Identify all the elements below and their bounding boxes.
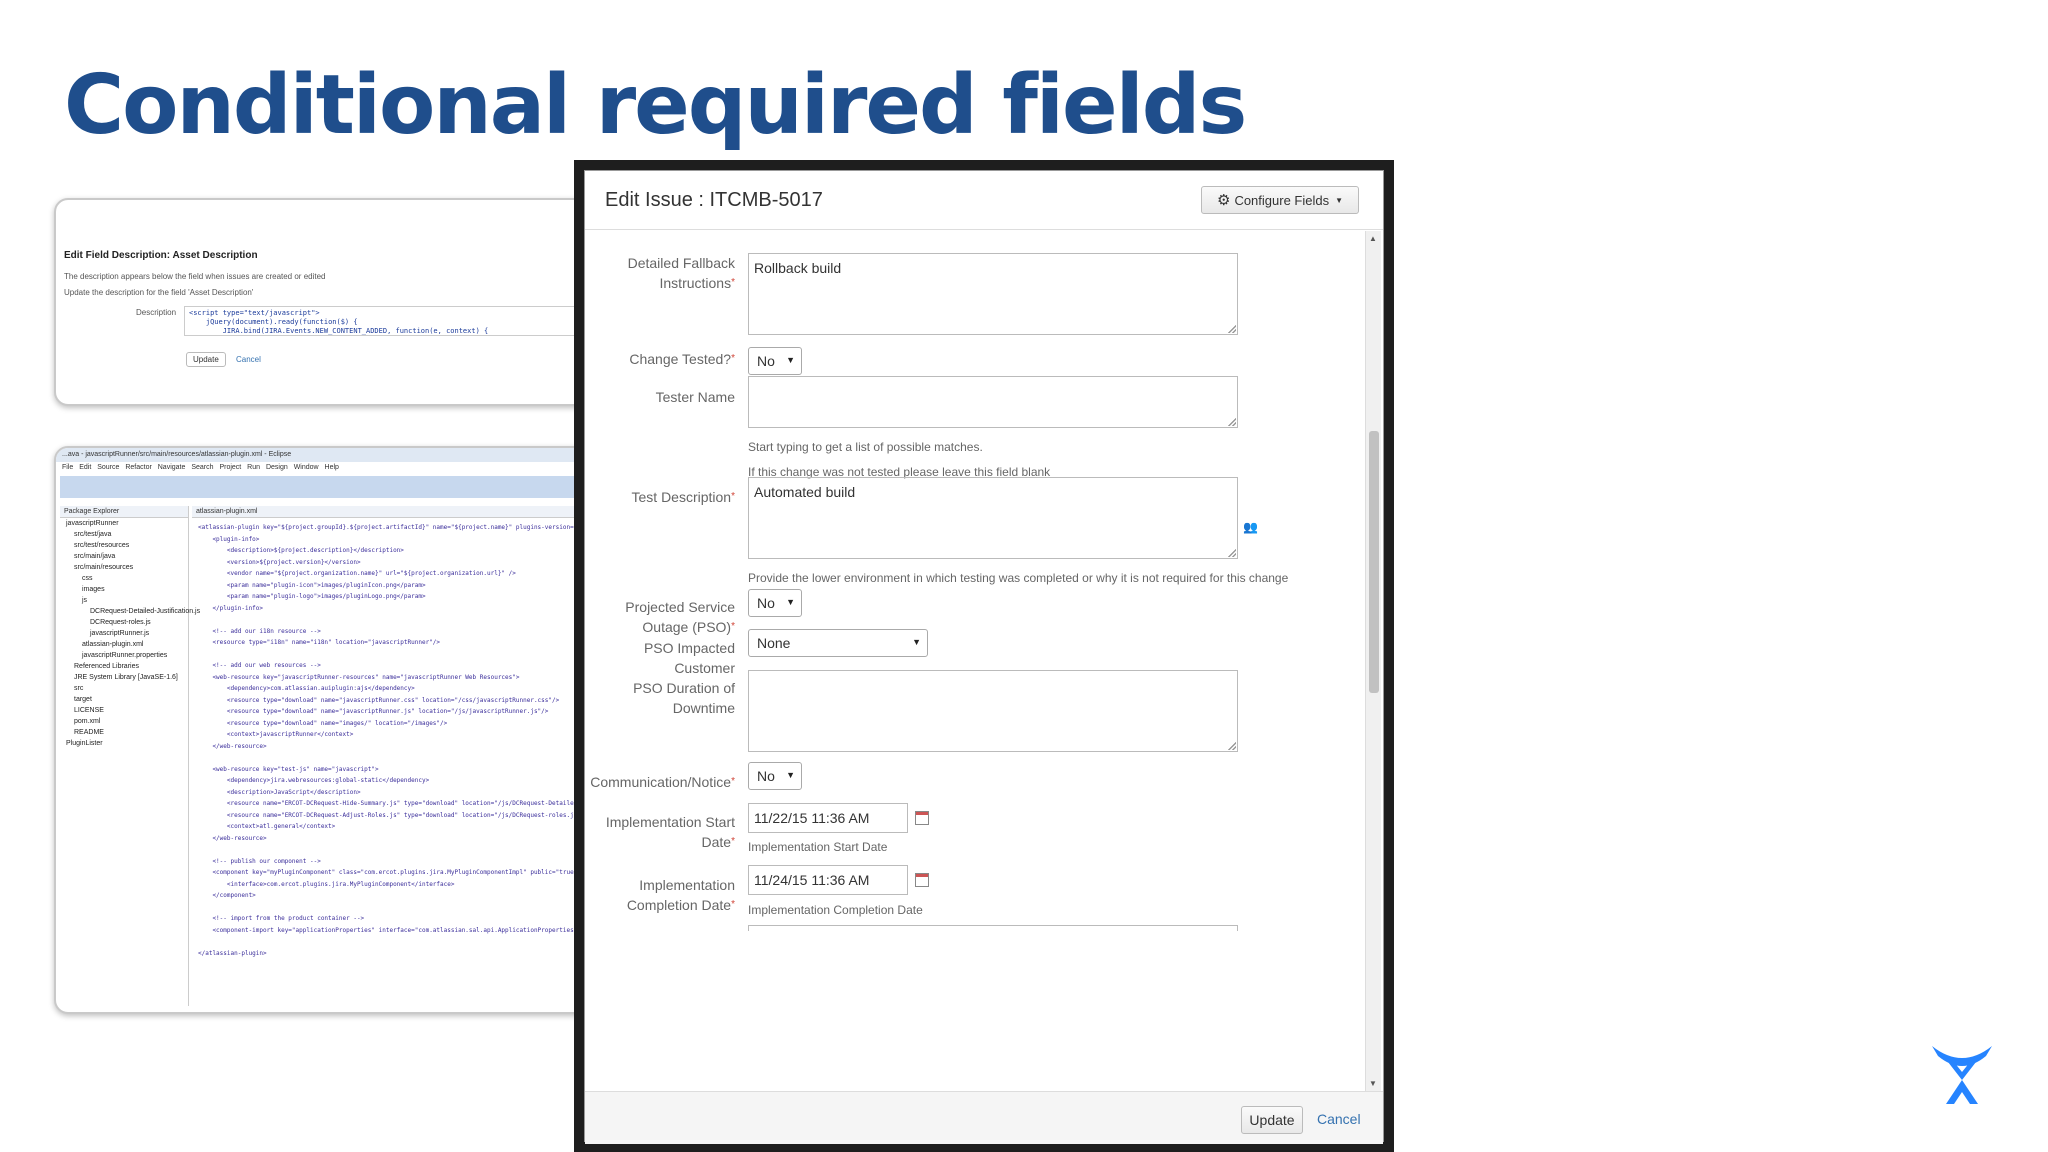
tree-node: src/main/java [74, 553, 116, 560]
tree-node: src/main/resources [74, 564, 134, 571]
impl-completion-input[interactable]: 11/24/15 11:36 AM [748, 865, 908, 895]
tree-node: images [82, 586, 105, 593]
field-description-line2: Update the description for the field 'As… [64, 288, 254, 297]
test-description-label: Test Description* [631, 489, 736, 505]
dialog-header: Edit Issue : ITCMB-5017 ⚙ Configure Fiel… [585, 171, 1383, 230]
update-button[interactable]: Update [1241, 1106, 1303, 1134]
tree-node: Referenced Libraries [74, 663, 139, 670]
tree-node: DCRequest-Detailed-Justification.js [90, 608, 201, 615]
eclipse-screenshot: ...ava - javascriptRunner/src/main/resou… [54, 446, 606, 1014]
eclipse-menu-bar: File Edit Source Refactor Navigate Searc… [62, 464, 339, 471]
atlassian-logo [1932, 1046, 1992, 1104]
impl-start-input[interactable]: 11/22/15 11:36 AM [748, 803, 908, 833]
test-description-help: Provide the lower environment in which t… [748, 571, 1289, 585]
pso-customer-select[interactable]: None ▼ [748, 629, 928, 657]
tree-node: target [74, 696, 92, 703]
dialog-title: Edit Issue : ITCMB-5017 [605, 189, 823, 211]
tester-name-input[interactable] [748, 376, 1238, 428]
screenshot-update-button: Update [186, 352, 226, 367]
editor-code: <atlassian-plugin key="${project.groupId… [198, 524, 604, 957]
test-description-textarea[interactable]: Automated build [748, 477, 1238, 559]
change-tested-label: Change Tested?* [629, 351, 735, 367]
pso-select[interactable]: No ▼ [748, 589, 802, 617]
tree-node: css [82, 575, 93, 582]
tree-node: js [82, 597, 88, 604]
field-description-heading: Edit Field Description: Asset Descriptio… [64, 250, 258, 261]
select-arrow-icon: ▼ [912, 637, 921, 647]
scroll-up-icon[interactable]: ▲ [1369, 234, 1377, 243]
scrollbar-thumb[interactable] [1369, 431, 1379, 693]
test-description-value: Automated build [754, 484, 856, 500]
pso-value: No [757, 595, 775, 611]
edit-issue-dialog: Edit Issue : ITCMB-5017 ⚙ Configure Fiel… [584, 170, 1384, 1144]
impl-start-label: Implementation Start Date* [605, 814, 735, 850]
configure-fields-button[interactable]: ⚙ Configure Fields ▼ [1201, 186, 1359, 214]
description-code: <script type="text/javascript"> jQuery(d… [184, 306, 594, 336]
tree-node: DCRequest-roles.js [90, 619, 151, 626]
tree-node: PluginLister [66, 740, 103, 747]
communication-value: No [757, 768, 775, 784]
scroll-down-icon[interactable]: ▼ [1369, 1079, 1377, 1088]
calendar-icon[interactable] [915, 811, 929, 825]
fallback-textarea[interactable]: Rollback build [748, 253, 1238, 335]
impl-completion-value: 11/24/15 11:36 AM [754, 872, 870, 888]
people-picker-icon[interactable]: 👥 [1243, 520, 1258, 534]
pso-duration-label: PSO Duration of Downtime [633, 680, 735, 716]
pso-customer-label: PSO Impacted Customer [643, 640, 735, 676]
field-description-screenshot: Edit Field Description: Asset Descriptio… [54, 198, 606, 406]
change-tested-value: No [757, 353, 775, 369]
package-explorer: Package Explorer javascriptRunner src/tes… [60, 506, 201, 1006]
fallback-value: Rollback build [754, 260, 842, 276]
impl-completion-help: Implementation Completion Date [748, 903, 923, 917]
dialog-footer: Update Cancel [585, 1091, 1383, 1144]
tester-name-label: Tester Name [655, 389, 735, 405]
calendar-icon[interactable] [915, 873, 929, 887]
tree-node: README [74, 729, 104, 736]
fallback-label: Detailed Fallback Instructions* [627, 255, 735, 291]
field-description-line1: The description appears below the field … [64, 272, 326, 281]
tree-node: javascriptRunner [66, 520, 119, 527]
tree-node: LICENSE [74, 707, 104, 714]
communication-label: Communication/Notice* [590, 774, 735, 790]
eclipse-toolbar [60, 476, 600, 498]
impl-completion-label: Implementation Completion Date* [626, 877, 735, 913]
select-arrow-icon: ▼ [786, 770, 795, 780]
dialog-scrollbar[interactable]: ▲ ▼ [1365, 231, 1381, 1091]
tree-node: JRE System Library [JavaSE-1.6] [74, 674, 178, 681]
configure-fields-label: Configure Fields [1234, 192, 1330, 208]
impl-start-value: 11/22/15 11:36 AM [754, 810, 870, 826]
pso-duration-textarea[interactable] [748, 670, 1238, 752]
editor-tab: atlassian-plugin.xml [192, 506, 600, 518]
package-explorer-title: Package Explorer [60, 506, 188, 518]
package-tree: javascriptRunner src/test/java src/test/re… [60, 518, 201, 749]
cancel-link[interactable]: Cancel [1317, 1111, 1361, 1127]
slide-title: Conditional required fields [64, 58, 1247, 153]
gear-icon: ⚙ [1216, 192, 1231, 209]
select-arrow-icon: ▼ [786, 355, 795, 365]
eclipse-title-bar: ...ava - javascriptRunner/src/main/resou… [56, 448, 604, 462]
screenshot-cancel-link: Cancel [236, 355, 261, 364]
dialog-body: Detailed Fallback Instructions* Rollback… [585, 231, 1365, 1091]
xml-editor: atlassian-plugin.xml <atlassian-plugin k… [192, 506, 604, 1006]
change-tested-select[interactable]: No ▼ [748, 347, 802, 375]
tree-node: src [74, 685, 84, 692]
pso-customer-value: None [757, 635, 791, 651]
impl-start-help: Implementation Start Date [748, 840, 888, 854]
description-label: Description [136, 308, 177, 317]
tree-node: src/test/resources [74, 542, 130, 549]
pso-label: Projected Service Outage (PSO)* [625, 599, 735, 635]
tree-node: atlassian-plugin.xml [82, 641, 144, 648]
tree-node: javascriptRunner.js [90, 630, 150, 637]
tester-name-help1: Start typing to get a list of possible m… [748, 440, 983, 454]
caret-down-icon: ▼ [1335, 195, 1344, 205]
select-arrow-icon: ▼ [786, 597, 795, 607]
tree-node: javascriptRunner.properties [82, 652, 168, 659]
next-field-input[interactable] [748, 925, 1238, 931]
tree-node: src/test/java [74, 531, 112, 538]
communication-select[interactable]: No ▼ [748, 762, 802, 790]
tree-node: pom.xml [74, 718, 101, 725]
